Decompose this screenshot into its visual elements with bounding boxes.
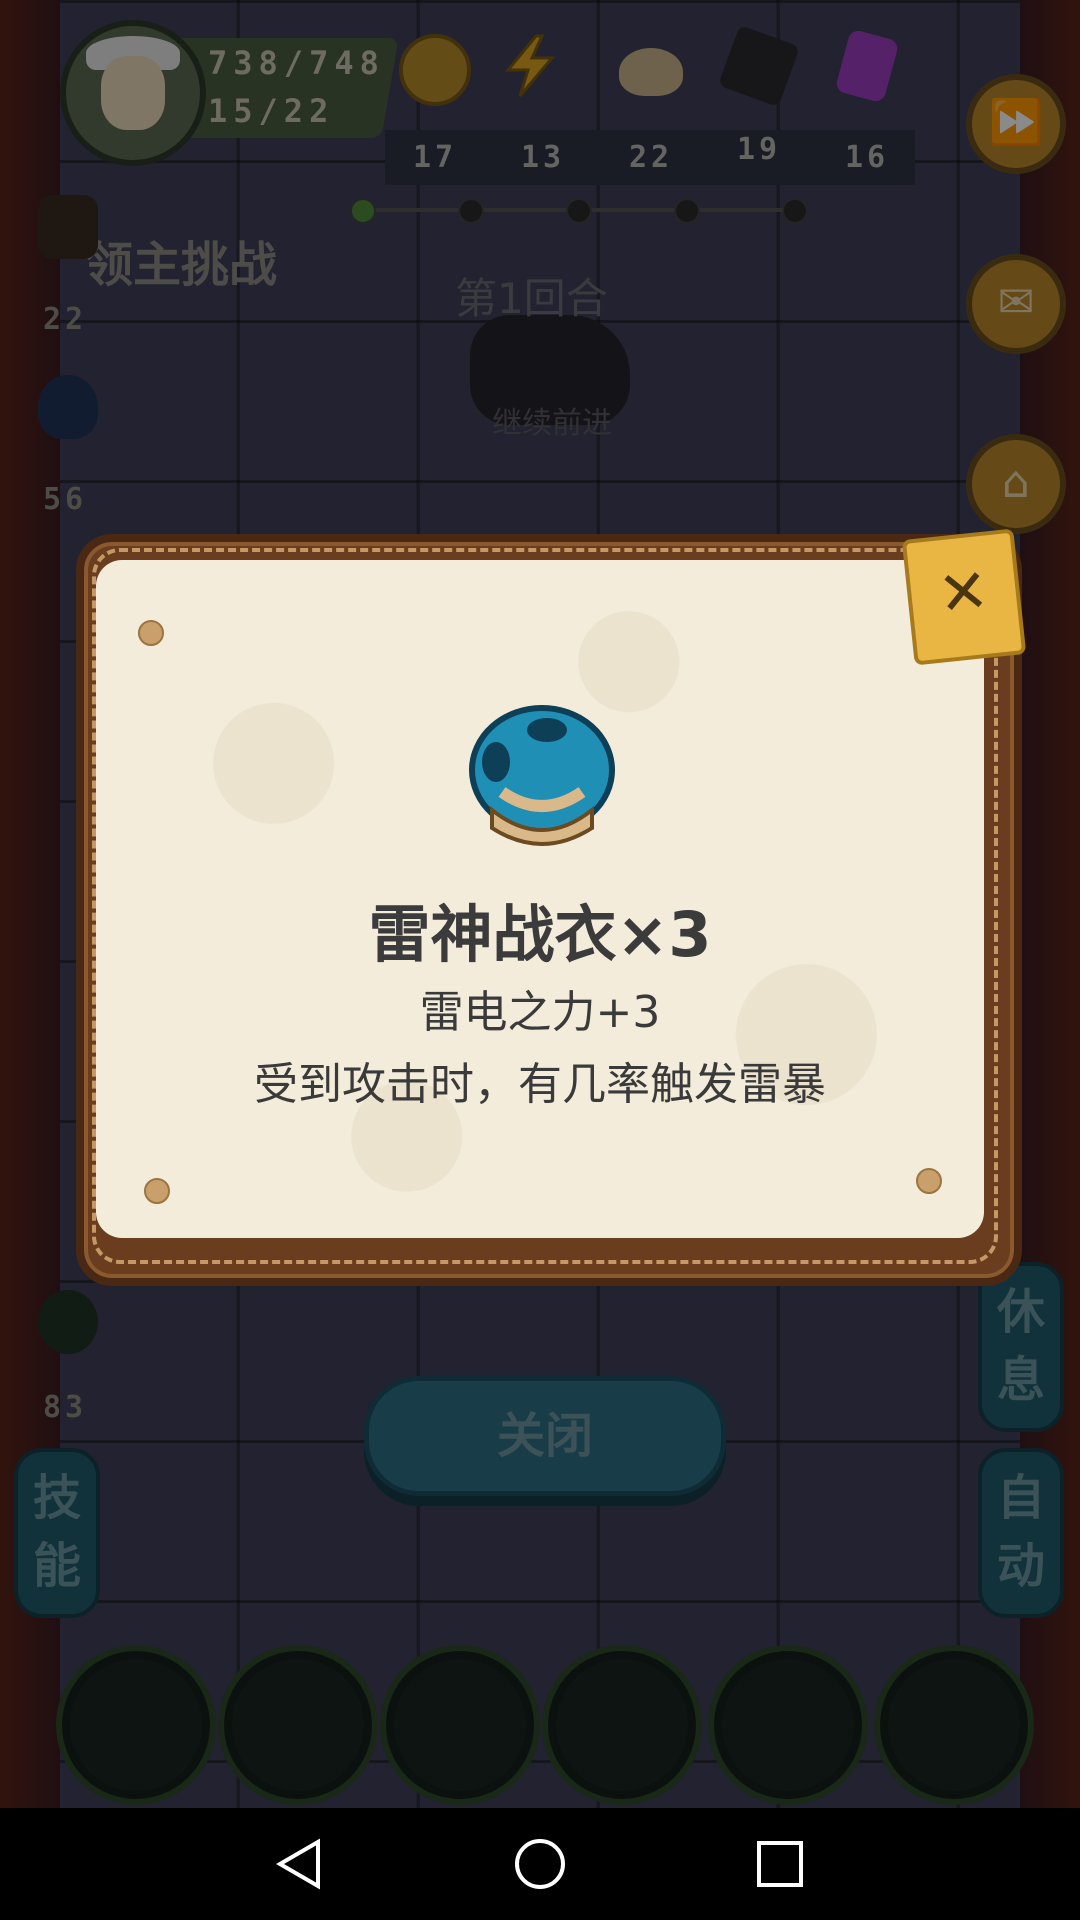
item-description: 受到攻击时，有几率触发雷暴 bbox=[254, 1059, 826, 1110]
home-circle-icon[interactable] bbox=[512, 1836, 568, 1892]
armor-icon bbox=[469, 705, 615, 846]
pin-icon bbox=[138, 620, 164, 646]
close-icon: ✕ bbox=[934, 555, 993, 631]
pin-icon bbox=[144, 1178, 170, 1204]
item-effect: 雷电之力+3 bbox=[419, 987, 661, 1038]
back-icon[interactable] bbox=[272, 1836, 328, 1892]
pin-icon bbox=[916, 1168, 942, 1194]
recents-icon[interactable] bbox=[752, 1836, 808, 1892]
item-name: 雷神战衣×3 bbox=[368, 898, 712, 971]
dialog-close-button[interactable]: ✕ bbox=[901, 528, 1027, 666]
